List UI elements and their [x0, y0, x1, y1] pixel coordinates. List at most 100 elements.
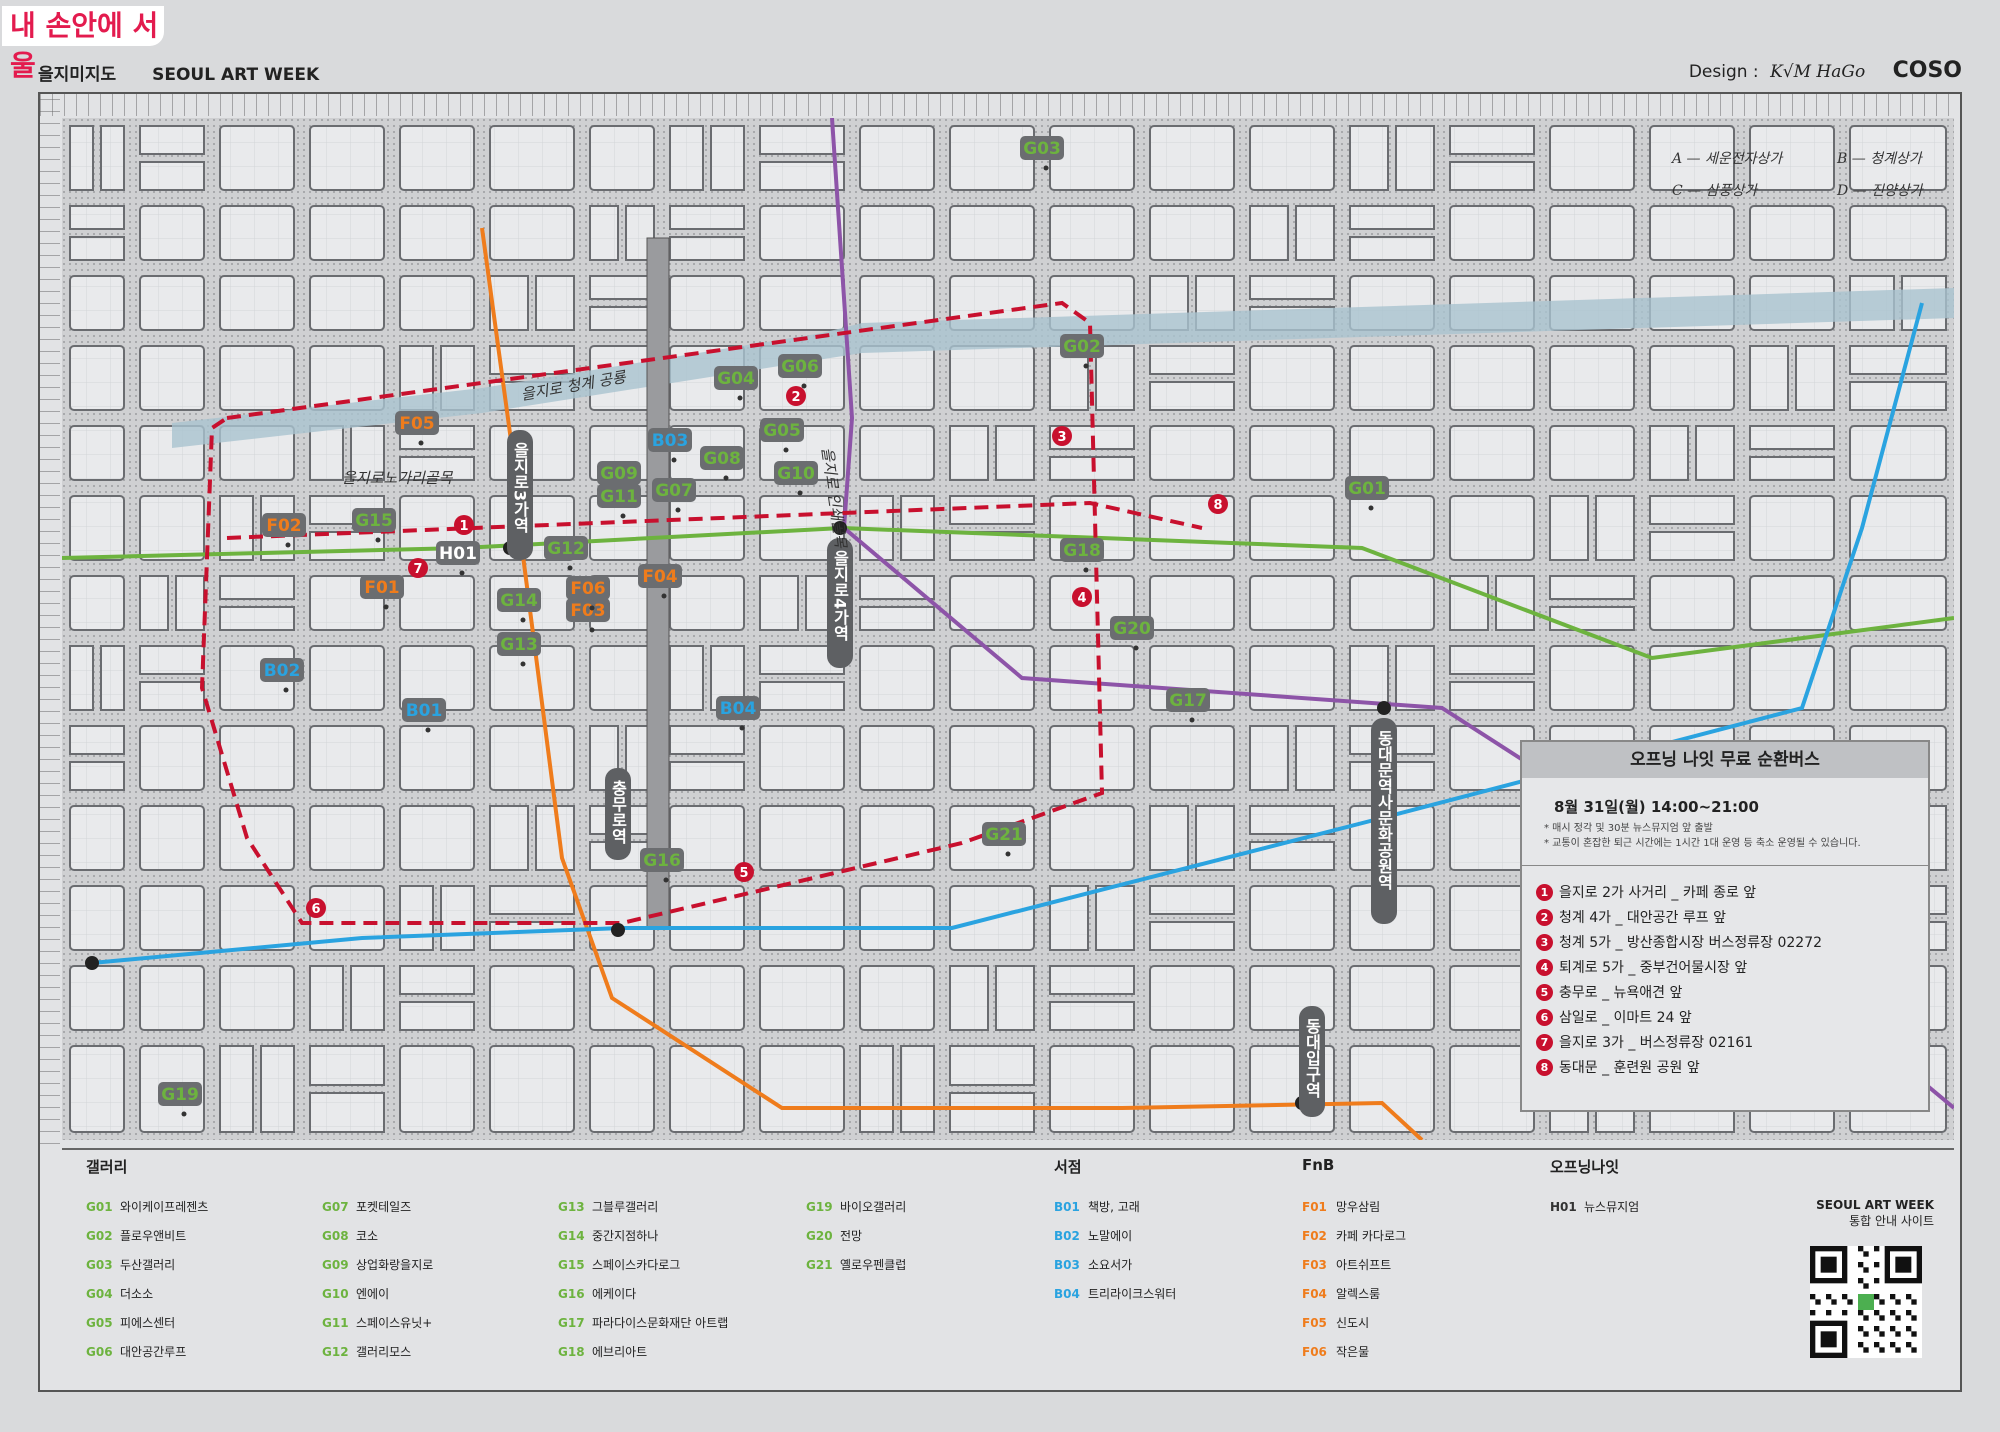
city-block [1549, 606, 1635, 631]
arcade-legend-item: A — 세운전자상가 [1670, 151, 1784, 167]
city-block [1349, 965, 1435, 1031]
legend-code: G09 [322, 1258, 349, 1272]
stop-number-badge: 8 [1536, 1059, 1553, 1076]
marker-pin [520, 617, 526, 623]
station-dot [85, 956, 99, 970]
marker-pin [1189, 717, 1195, 723]
city-block [1149, 965, 1235, 1031]
top-ruler [40, 94, 1960, 116]
city-block [1349, 205, 1435, 230]
shuttle-divider [1522, 865, 1928, 866]
city-block [1149, 725, 1235, 791]
city-block [399, 885, 434, 951]
city-block [949, 725, 1035, 791]
city-block [219, 345, 295, 411]
qr-module [1906, 1342, 1912, 1348]
city-block [309, 805, 385, 871]
city-block [1849, 205, 1947, 261]
bus-stop-6: 6 [306, 898, 326, 918]
legend-item-g12: G12 갤러리모스 [322, 1343, 433, 1372]
city-block [219, 275, 295, 331]
city-block [759, 725, 845, 791]
legend-gallery-heading: 갤러리 [86, 1158, 128, 1176]
city-block [69, 575, 125, 631]
legend-item-g13: G13 그블루갤러리 [558, 1198, 728, 1227]
city-block [1795, 345, 1835, 411]
qr-module [1874, 1294, 1880, 1300]
qr-module [1911, 1347, 1917, 1353]
legend-code: G14 [558, 1229, 585, 1243]
shuttle-time: 8월 31일(월) 14:00~21:00 [1554, 798, 1759, 816]
city-block [589, 885, 655, 951]
city-block [219, 965, 295, 1031]
marker-code: G06 [781, 357, 819, 377]
qr-module [1874, 1262, 1880, 1268]
city-block [1349, 1045, 1435, 1133]
legend-code: B02 [1054, 1229, 1080, 1243]
legend-item-g18: G18 에브리아트 [558, 1343, 728, 1372]
city-block [219, 125, 295, 191]
legend-name: 신도시 [1336, 1316, 1370, 1330]
city-block [69, 645, 94, 711]
marker-code: G20 [1113, 619, 1151, 639]
legend-code: G02 [86, 1229, 113, 1243]
marker-pin [723, 475, 729, 481]
site-link[interactable]: SEOUL ART WEEK 통합 안내 사이트 [1794, 1198, 1934, 1229]
marker-pin [1083, 567, 1089, 573]
bus-stop-4: 4 [1072, 587, 1092, 607]
qr-module [1831, 1299, 1837, 1305]
city-block [1249, 725, 1289, 791]
stop-description: 청계 5가 _ 방산종합시장 버스정류장 02272 [1559, 935, 1823, 951]
legend-name: 스페이스유닛+ [356, 1316, 433, 1330]
opening-list: H01 뉴스뮤지엄 [1550, 1198, 1639, 1227]
city-block [949, 425, 989, 481]
city-block [1749, 575, 1835, 631]
city-block [309, 1045, 385, 1086]
city-block [1649, 205, 1735, 261]
city-block [759, 965, 845, 1031]
stop-number-badge: 3 [1536, 934, 1553, 951]
qr-module [1890, 1326, 1896, 1332]
city-block [139, 161, 205, 191]
city-block [219, 1045, 254, 1133]
city-block [669, 275, 745, 331]
marker-code: F04 [642, 567, 677, 587]
city-block [1049, 645, 1135, 711]
qr-module [1911, 1331, 1917, 1337]
qr-module [1911, 1315, 1917, 1321]
bus-stop-number: 8 [1213, 498, 1222, 513]
city-block [1695, 425, 1735, 481]
city-block [219, 805, 295, 871]
city-block [1049, 965, 1135, 995]
city-block [759, 205, 845, 261]
shuttle-title: 오프닝 나잇 무료 순환버스 [1522, 742, 1928, 778]
legend-item-g19: G19 바이오갤러리 [806, 1198, 906, 1227]
city-block [350, 965, 385, 1031]
city-block [489, 921, 575, 951]
city-block [949, 1045, 1035, 1086]
legend-item-g03: G03 두산갤러리 [86, 1256, 208, 1285]
city-block [440, 885, 475, 951]
qr-module [1826, 1310, 1832, 1316]
city-block [1349, 575, 1435, 631]
city-block [859, 965, 935, 1031]
city-block [219, 205, 295, 261]
marker-pin [181, 1111, 187, 1117]
city-block [759, 161, 845, 191]
city-block [1049, 205, 1135, 261]
city-block [489, 205, 575, 261]
marker-pin [418, 440, 424, 446]
city-block [260, 1045, 295, 1133]
city-block [1649, 575, 1735, 631]
legend-item-b03: B03 소요서가 [1054, 1256, 1176, 1285]
marker-pin [671, 457, 677, 463]
city-block [1249, 841, 1335, 871]
shuttle-stop-2: 2 청계 4가 _ 대안공간 루프 앞 [1536, 907, 1928, 932]
city-block [139, 205, 205, 261]
qr-code[interactable] [1810, 1246, 1922, 1358]
city-block [309, 205, 385, 261]
qr-module [1890, 1294, 1896, 1300]
legend-code: F04 [1302, 1287, 1327, 1301]
marker-pin [567, 565, 573, 571]
qr-finder-eye [1820, 1331, 1837, 1348]
